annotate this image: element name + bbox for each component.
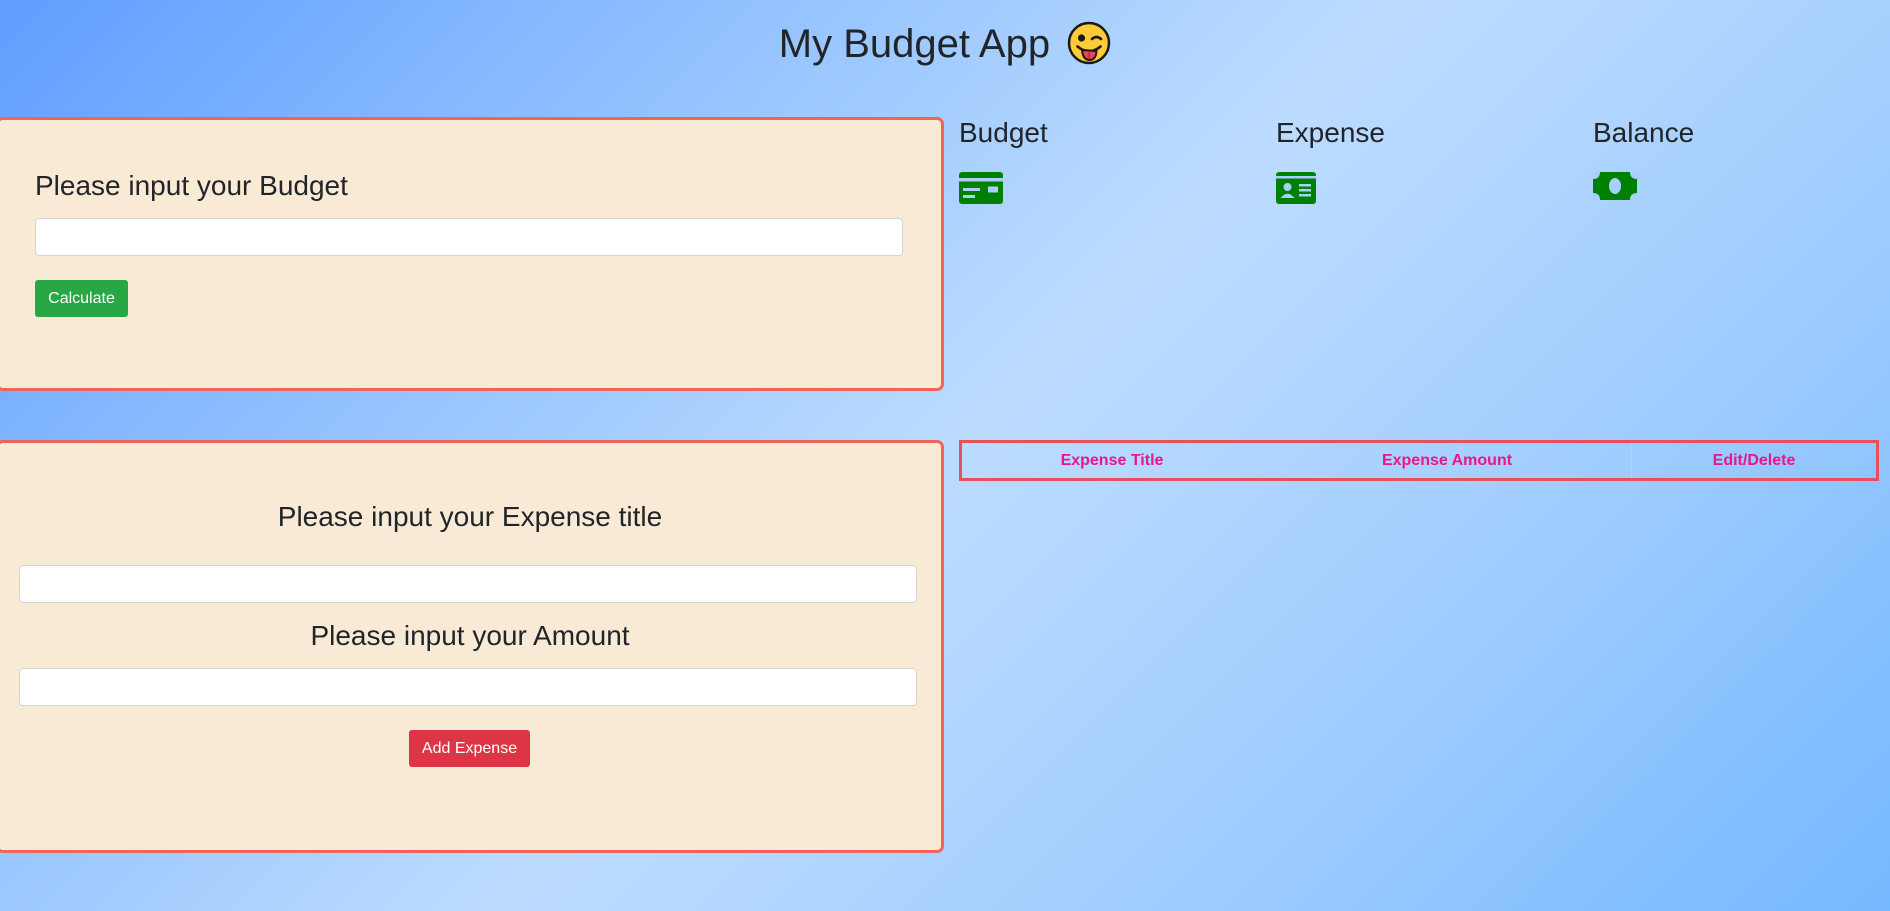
credit-card-icon bbox=[959, 172, 1003, 204]
money-bill-icon bbox=[1593, 172, 1637, 200]
budget-input[interactable] bbox=[35, 218, 903, 256]
calculate-button[interactable]: Calculate bbox=[35, 280, 128, 317]
summary-expense: Expense bbox=[1276, 116, 1385, 204]
expense-table: Expense Title Expense Amount Edit/Delete bbox=[959, 440, 1879, 481]
budget-form-heading: Please input your Budget bbox=[35, 170, 348, 201]
app-title: My Budget App bbox=[0, 18, 1890, 70]
expense-title-heading: Please input your Expense title bbox=[277, 501, 663, 532]
expense-amount-input[interactable] bbox=[19, 668, 917, 706]
id-card-icon bbox=[1276, 172, 1316, 204]
app-title-text: My Budget App bbox=[778, 22, 1051, 66]
table-header-edit-delete: Edit/Delete bbox=[1712, 452, 1796, 469]
table-header-expense-title: Expense Title bbox=[962, 443, 1263, 478]
budget-form-panel: Please input your Budget Calculate bbox=[0, 117, 944, 391]
summary-budget: Budget bbox=[959, 116, 1048, 204]
table-header-expense-amount: Expense Amount bbox=[1263, 443, 1632, 478]
summary-budget-label: Budget bbox=[959, 117, 1048, 148]
summary-expense-label: Expense bbox=[1276, 117, 1385, 148]
expense-title-input[interactable] bbox=[19, 565, 917, 603]
add-expense-button[interactable]: Add Expense bbox=[409, 730, 530, 767]
summary-balance: Balance bbox=[1593, 116, 1694, 200]
summary-balance-label: Balance bbox=[1593, 117, 1695, 148]
expense-form-panel: Please input your Expense title Please i… bbox=[0, 440, 944, 853]
expense-amount-heading: Please input your Amount bbox=[310, 620, 630, 651]
winking-tongue-emoji-icon bbox=[1067, 21, 1111, 65]
